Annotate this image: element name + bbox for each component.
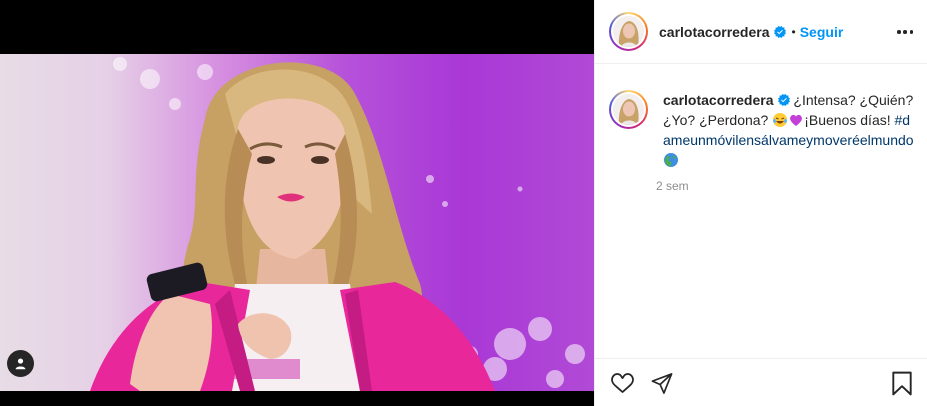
photo-illustration — [90, 57, 585, 391]
follow-button[interactable]: Seguir — [800, 24, 844, 40]
avatar-portrait-icon — [613, 94, 644, 125]
save-button[interactable] — [891, 371, 913, 401]
laughing-tears-emoji — [773, 113, 788, 127]
paper-plane-icon — [651, 373, 673, 394]
like-button[interactable] — [610, 371, 635, 400]
caption-text-part-2: ¡Buenos días! — [804, 112, 895, 128]
instagram-post: carlotacorredera • Seguir carlotacorrede… — [0, 0, 927, 406]
more-options-icon[interactable] — [897, 26, 913, 38]
verified-badge-icon — [777, 94, 790, 106]
author-avatar[interactable] — [609, 12, 648, 51]
post-header: carlotacorredera • Seguir — [595, 0, 927, 64]
share-button[interactable] — [650, 372, 674, 400]
post-photo[interactable] — [0, 54, 594, 391]
post-media — [0, 0, 594, 406]
heart-icon — [611, 373, 634, 393]
purple-heart-emoji — [790, 114, 803, 126]
author-username[interactable]: carlotacorredera — [659, 24, 770, 40]
caption-block: carlotacorredera ¿Intensa? ¿Quién? ¿Yo? … — [609, 90, 917, 170]
header-separator: • — [791, 24, 796, 39]
caption-username[interactable]: carlotacorredera — [663, 92, 774, 108]
verified-badge-icon — [773, 25, 786, 38]
avatar-portrait-icon — [613, 16, 644, 47]
post-details-panel: carlotacorredera • Seguir carlotacorrede… — [594, 0, 927, 406]
caption-author-avatar[interactable] — [609, 90, 648, 129]
user-tag-button[interactable] — [7, 350, 34, 377]
globe-emoji — [664, 153, 678, 167]
caption-text: carlotacorredera ¿Intensa? ¿Quién? ¿Yo? … — [663, 90, 915, 170]
post-timestamp[interactable]: 2 sem — [656, 179, 689, 193]
user-tag-icon — [15, 358, 26, 370]
action-bar — [595, 358, 927, 406]
bookmark-icon — [892, 371, 912, 396]
